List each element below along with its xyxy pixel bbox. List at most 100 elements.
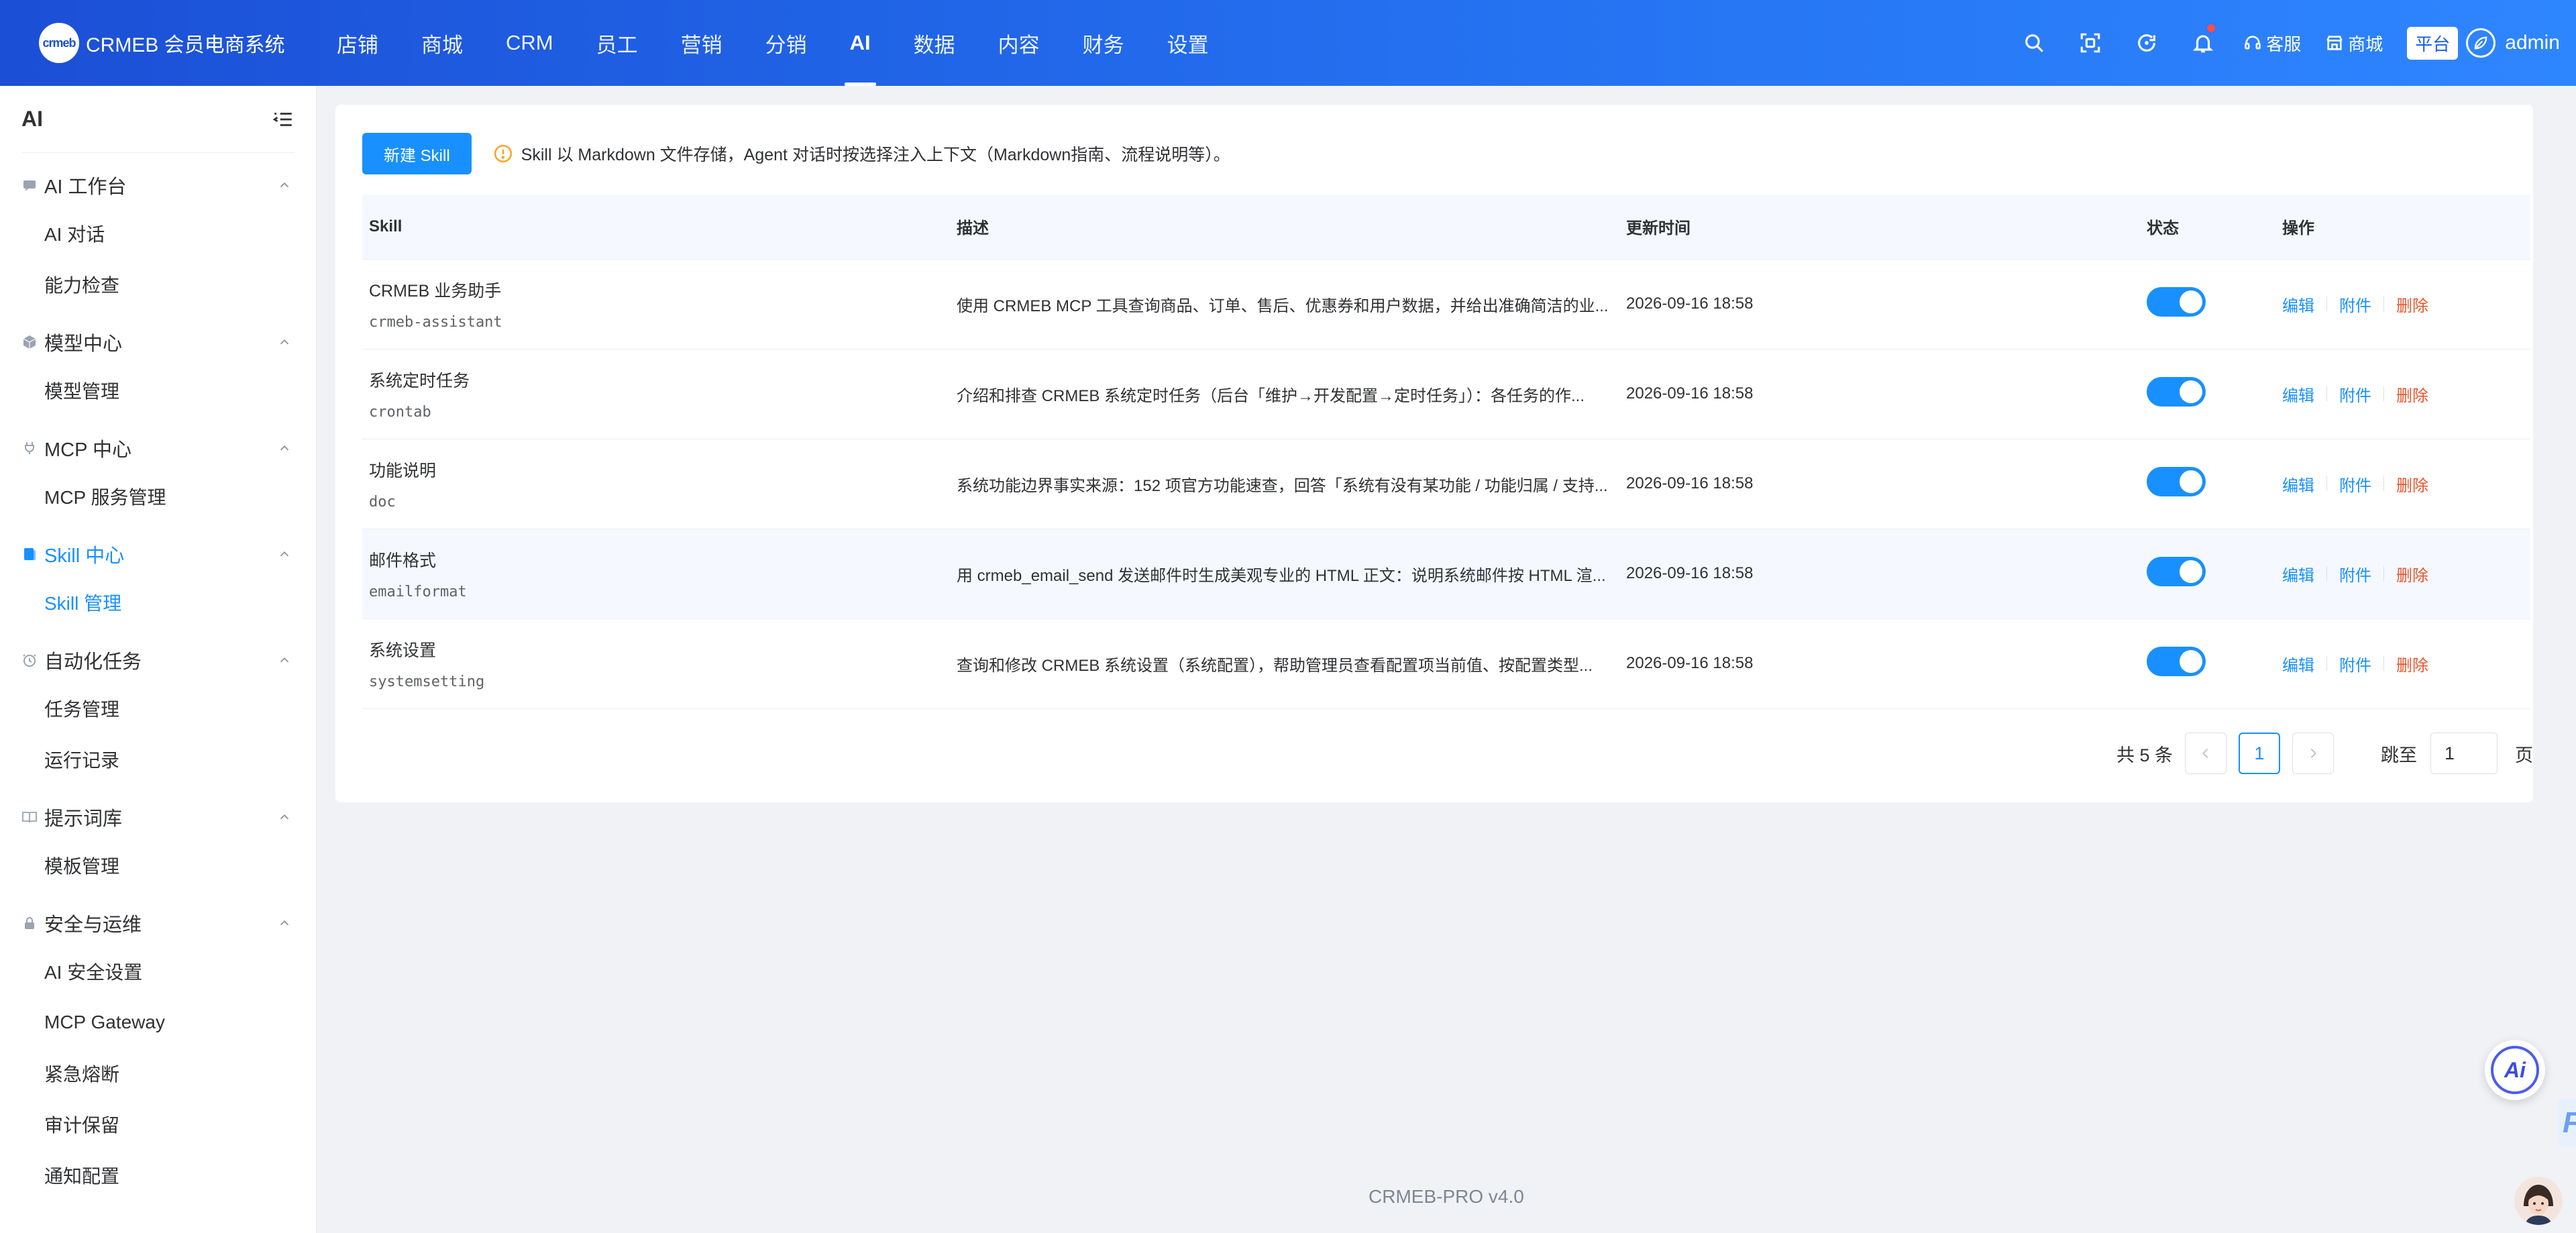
bell-icon[interactable] bbox=[2175, 0, 2231, 86]
delete-link[interactable]: 删除 bbox=[2396, 562, 2428, 586]
divider bbox=[2326, 386, 2327, 401]
menu-group-items: 任务管理 运行记录 bbox=[0, 683, 316, 785]
toolbar: 新建 Skill Skill 以 Markdown 文件存储，Agent 对话时… bbox=[362, 133, 1230, 174]
nav-item-7[interactable]: 数据 bbox=[892, 0, 977, 86]
status-toggle[interactable] bbox=[2147, 376, 2206, 407]
new-skill-button[interactable]: 新建 Skill bbox=[362, 133, 472, 174]
nav-item-3[interactable]: 员工 bbox=[575, 0, 659, 86]
sidebar-item-6-3[interactable]: 审计保留 bbox=[44, 1099, 189, 1150]
delete-link[interactable]: 删除 bbox=[2396, 472, 2428, 496]
sidebar-item-6-1[interactable]: MCP Gateway bbox=[44, 997, 189, 1048]
edit-link[interactable]: 编辑 bbox=[2282, 472, 2314, 496]
skill-table: Skill 描述 更新时间 状态 操作 CRMEB 业务助手 crmeb-assi… bbox=[362, 195, 2530, 709]
menu-group-label: 安全与运维 bbox=[44, 914, 142, 936]
menu-group-header-2[interactable]: MCP 中心 bbox=[0, 425, 316, 471]
edit-link[interactable]: 编辑 bbox=[2282, 652, 2314, 676]
edit-link[interactable]: 编辑 bbox=[2282, 562, 2314, 586]
nav-item-0[interactable]: 店铺 bbox=[315, 0, 400, 86]
menu-group-header-5[interactable]: 提示词库 bbox=[0, 794, 316, 840]
edit-link[interactable]: 编辑 bbox=[2282, 382, 2314, 406]
updated-time-cell: 2026-09-16 18:58 bbox=[1619, 259, 2140, 350]
sidebar-item-1-0[interactable]: 模型管理 bbox=[44, 365, 189, 416]
customer-service-link[interactable]: 客服 bbox=[2231, 0, 2313, 86]
sidebar-item-6-0[interactable]: AI 安全设置 bbox=[44, 946, 189, 997]
book-icon bbox=[24, 548, 36, 560]
sidebar-item-6-4[interactable]: 通知配置 bbox=[44, 1150, 189, 1201]
status-toggle[interactable] bbox=[2147, 556, 2206, 586]
sidebar-item-5-0[interactable]: 模板管理 bbox=[44, 840, 189, 891]
menu-group-2: MCP 中心 MCP 服务管理 bbox=[0, 425, 316, 522]
nav-item-6[interactable]: AI bbox=[828, 0, 892, 86]
platform-button[interactable]: 平台 bbox=[2407, 26, 2459, 60]
sidebar: AI AI 工作台 AI 对话 能力检查 模型中心 模型管理 MCP 中心 MCP 服务管理… bbox=[0, 86, 317, 1233]
sidebar-item-2-0[interactable]: MCP 服务管理 bbox=[44, 471, 189, 522]
chevron-up-icon bbox=[280, 657, 289, 663]
menu-group-header-1[interactable]: 模型中心 bbox=[0, 319, 316, 365]
lock-icon bbox=[25, 917, 34, 929]
nav-item-5[interactable]: 分销 bbox=[744, 0, 828, 86]
page-unit-label: 页 bbox=[2515, 745, 2533, 765]
jump-label: 跳至 bbox=[2381, 745, 2417, 765]
side-tab[interactable]: F bbox=[2557, 1099, 2576, 1147]
ai-assistant-button[interactable]: Ai bbox=[2485, 1040, 2545, 1100]
nav-item-1[interactable]: 商城 bbox=[400, 0, 484, 86]
delete-link[interactable]: 删除 bbox=[2396, 652, 2428, 676]
menu-group-header-6[interactable]: 安全与运维 bbox=[0, 900, 316, 946]
edit-link[interactable]: 编辑 bbox=[2282, 292, 2314, 316]
collapse-menu-icon[interactable] bbox=[272, 108, 294, 131]
skill-description: 介绍和排查 CRMEB 系统定时任务（后台「维护→开发配置→定时任务」）：各任务… bbox=[957, 386, 1585, 405]
attachment-link[interactable]: 附件 bbox=[2339, 292, 2371, 316]
menu-group-header-3[interactable]: Skill 中心 bbox=[0, 531, 316, 577]
page-number-1[interactable]: 1 bbox=[2239, 733, 2280, 774]
sidebar-item-4-1[interactable]: 运行记录 bbox=[44, 734, 189, 785]
main-nav: 店铺 商城 CRM 员工 营销 分销 AI 数据 内容 财务 设置 bbox=[315, 0, 1230, 86]
nav-item-2[interactable]: CRM bbox=[484, 0, 575, 86]
attachment-link[interactable]: 附件 bbox=[2339, 472, 2371, 496]
username[interactable]: admin bbox=[2505, 32, 2560, 54]
menu-group-header-4[interactable]: 自动化任务 bbox=[0, 637, 316, 683]
nav-item-10[interactable]: 设置 bbox=[1146, 0, 1230, 86]
menu-group-label: 提示词库 bbox=[44, 808, 123, 830]
nav-item-4[interactable]: 营销 bbox=[659, 0, 744, 86]
table-row: 邮件格式 emailformat 用 crmeb_email_send 发送邮件时生… bbox=[362, 529, 2530, 619]
mall-link[interactable]: 商城 bbox=[2313, 0, 2395, 86]
status-toggle[interactable] bbox=[2147, 286, 2206, 317]
refresh-icon[interactable] bbox=[2118, 0, 2175, 86]
user-avatar[interactable] bbox=[2466, 28, 2496, 58]
customer-service-label: 客服 bbox=[2266, 34, 2302, 54]
next-page-button[interactable] bbox=[2292, 733, 2334, 774]
attachment-link[interactable]: 附件 bbox=[2339, 382, 2371, 406]
info-tip: Skill 以 Markdown 文件存储，Agent 对话时按选择注入上下文（… bbox=[493, 142, 1230, 166]
notification-dot bbox=[2206, 23, 2217, 34]
fullscreen-icon[interactable] bbox=[2062, 0, 2118, 86]
prev-page-button[interactable] bbox=[2185, 733, 2226, 774]
delete-link[interactable]: 删除 bbox=[2396, 382, 2428, 406]
sidebar-item-4-0[interactable]: 任务管理 bbox=[44, 683, 189, 734]
sidebar-item-6-2[interactable]: 紧急熔断 bbox=[44, 1048, 189, 1099]
crmeb-logo: crmeb bbox=[39, 23, 79, 63]
jump-page-input[interactable] bbox=[2430, 733, 2498, 774]
menu-group-label: 自动化任务 bbox=[44, 651, 142, 673]
actions-cell: 编辑 附件 删除 bbox=[2275, 529, 2530, 619]
sidebar-item-0-1[interactable]: 能力检查 bbox=[44, 259, 189, 310]
divider bbox=[2326, 566, 2327, 581]
open-book-icon bbox=[22, 812, 37, 823]
nav-item-8[interactable]: 内容 bbox=[977, 0, 1061, 86]
brand[interactable]: crmeb CRMEB 会员电商系统 bbox=[0, 0, 309, 86]
chevron-up-icon bbox=[280, 551, 289, 557]
nav-item-9[interactable]: 财务 bbox=[1061, 0, 1146, 86]
menu-group-header-0[interactable]: AI 工作台 bbox=[0, 162, 316, 208]
status-toggle[interactable] bbox=[2147, 466, 2206, 496]
status-toggle[interactable] bbox=[2147, 646, 2206, 676]
delete-link[interactable]: 删除 bbox=[2396, 292, 2428, 316]
sidebar-item-0-0[interactable]: AI 对话 bbox=[44, 208, 189, 259]
assistant-avatar[interactable] bbox=[2514, 1177, 2563, 1225]
search-icon[interactable] bbox=[2006, 0, 2062, 86]
headset-icon bbox=[2245, 36, 2261, 50]
menu-group-label: Skill 中心 bbox=[44, 545, 125, 567]
skill-cell: 系统设置 systemsetting bbox=[362, 619, 950, 709]
row-actions: 编辑 附件 删除 bbox=[2282, 382, 2530, 406]
attachment-link[interactable]: 附件 bbox=[2339, 562, 2371, 586]
sidebar-item-3-0[interactable]: Skill 管理 bbox=[44, 577, 189, 628]
attachment-link[interactable]: 附件 bbox=[2339, 652, 2371, 676]
